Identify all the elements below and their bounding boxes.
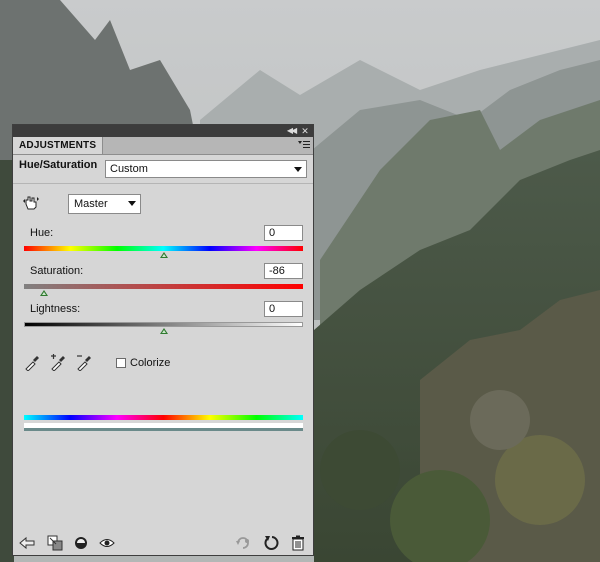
preset-value: Custom bbox=[110, 163, 148, 175]
hue-slider-thumb[interactable] bbox=[159, 252, 168, 258]
close-icon[interactable]: ✕ bbox=[299, 125, 311, 137]
adjustment-title: Hue/Saturation bbox=[19, 159, 98, 171]
adjustments-panel: ◀◀ ✕ ADJUSTMENTS Hue/Saturation Custom M… bbox=[12, 124, 314, 556]
lightness-label: Lightness: bbox=[30, 303, 81, 315]
tab-row: ADJUSTMENTS bbox=[13, 137, 313, 155]
chevron-down-icon bbox=[128, 201, 136, 206]
eyedropper-plus-icon[interactable] bbox=[50, 353, 66, 371]
panel-menu-icon[interactable] bbox=[298, 140, 310, 150]
chevron-down-icon bbox=[294, 167, 302, 172]
saturation-slider-track[interactable] bbox=[24, 284, 303, 289]
colorize-label: Colorize bbox=[130, 357, 171, 369]
eyedropper-icon[interactable] bbox=[24, 353, 40, 371]
lightness-input[interactable]: 0 bbox=[264, 301, 303, 317]
output-color-bar-tint bbox=[24, 428, 303, 431]
panel-titlebar: ◀◀ ✕ bbox=[13, 125, 313, 137]
divider bbox=[13, 183, 313, 184]
preset-dropdown[interactable]: Custom bbox=[105, 160, 307, 178]
saturation-input[interactable]: -86 bbox=[264, 263, 303, 279]
input-color-bar bbox=[24, 415, 303, 420]
return-arrow-icon[interactable] bbox=[19, 535, 35, 551]
clip-to-layer-icon[interactable] bbox=[47, 535, 63, 551]
saturation-label: Saturation: bbox=[30, 265, 84, 277]
lightness-slider-thumb[interactable] bbox=[159, 328, 168, 334]
previous-state-icon[interactable] bbox=[235, 535, 251, 551]
on-image-adjust-icon[interactable] bbox=[23, 195, 39, 211]
hue-input[interactable]: 0 bbox=[264, 225, 303, 241]
saturation-slider-thumb[interactable] bbox=[39, 290, 48, 296]
collapse-icon[interactable]: ◀◀ bbox=[285, 125, 297, 137]
lightness-slider-track[interactable] bbox=[24, 322, 303, 327]
channel-value: Master bbox=[74, 198, 108, 210]
reset-icon[interactable] bbox=[263, 535, 279, 551]
eyedropper-minus-icon[interactable] bbox=[76, 353, 92, 371]
channel-dropdown[interactable]: Master bbox=[68, 194, 141, 214]
trash-icon[interactable] bbox=[290, 535, 306, 551]
bottom-toolbar bbox=[13, 529, 313, 555]
hue-label: Hue: bbox=[30, 227, 54, 239]
hue-slider-track[interactable] bbox=[24, 246, 303, 251]
tab-adjustments[interactable]: ADJUSTMENTS bbox=[13, 137, 104, 154]
layer-visibility-toggle-icon[interactable] bbox=[73, 535, 89, 551]
colorize-checkbox[interactable] bbox=[116, 358, 126, 368]
eye-icon[interactable] bbox=[99, 535, 115, 551]
